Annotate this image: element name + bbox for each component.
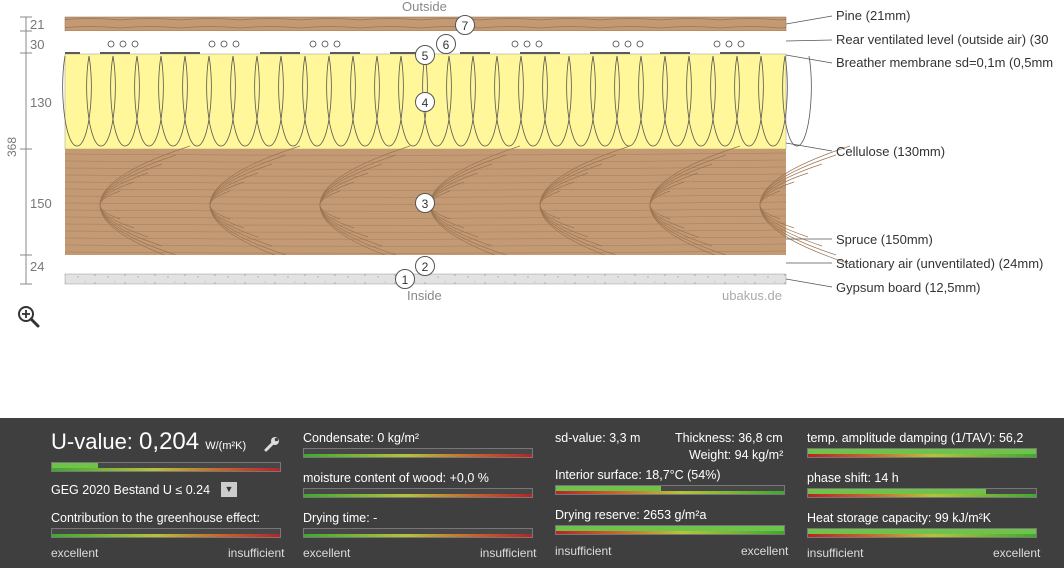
interior-surface-label: Interior surface: 18,7°C (54%) xyxy=(555,468,721,482)
dim-label-pine: 21 xyxy=(30,17,45,32)
u-value-number: 0,204 xyxy=(139,428,200,455)
greenhouse-label: Contribution to the greenhouse effect: xyxy=(51,511,260,525)
u-value-bar xyxy=(51,462,281,472)
outside-label: Outside xyxy=(402,0,447,14)
layer-pine xyxy=(64,16,787,32)
u-value-display: U-value: 0,204 W/(m²K) xyxy=(51,428,246,456)
layer-label-membrane[interactable]: Breather membrane sd=0,1m (0,5mm xyxy=(836,55,1053,70)
damping-bar-scale xyxy=(808,454,1036,457)
layer-label-gypsum[interactable]: Gypsum board (12,5mm) xyxy=(836,280,981,295)
heat-storage-bar-scale xyxy=(808,534,1036,537)
watermark: ubakus.de xyxy=(722,288,782,303)
inside-label: Inside xyxy=(407,288,442,303)
drying-reserve-bar-scale xyxy=(556,531,784,534)
standard-dropdown[interactable]: ▼ xyxy=(221,482,237,497)
interior-surface-bar xyxy=(555,485,785,495)
scale-right-3: excellent xyxy=(741,544,789,558)
scale-left-1: excellent xyxy=(51,546,99,560)
u-value-label: U-value: xyxy=(51,429,133,454)
greenhouse-bar-scale xyxy=(52,534,280,537)
standard-label: GEG 2020 Bestand U ≤ 0.24 xyxy=(51,483,211,497)
dimension-axis xyxy=(20,16,32,285)
condensate-bar xyxy=(303,448,533,458)
drying-time-bar-scale xyxy=(304,534,532,537)
heat-storage-label: Heat storage capacity: 99 kJ/m²K xyxy=(807,511,992,525)
layer-number-6[interactable]: 6 xyxy=(436,34,456,54)
scale-right-4: excellent xyxy=(993,546,1041,560)
condensate-bar-scale xyxy=(304,454,532,457)
damping-label: temp. amplitude damping (1/TAV): 56,2 xyxy=(807,431,1024,445)
moisture-bar xyxy=(303,488,533,498)
layer-label-spruce[interactable]: Spruce (150mm) xyxy=(836,232,933,247)
moisture-label: moisture content of wood: +0,0 % xyxy=(303,471,489,485)
dim-label-spruce: 150 xyxy=(30,196,52,211)
dim-label-ventilated: 30 xyxy=(30,37,45,52)
layer-number-2[interactable]: 2 xyxy=(415,256,435,276)
u-value-unit: W/(m²K) xyxy=(205,440,247,452)
layer-number-3[interactable]: 3 xyxy=(415,193,435,213)
layer-label-pine[interactable]: Pine (21mm) xyxy=(836,8,910,23)
u-value-bar-scale xyxy=(52,468,280,471)
greenhouse-bar xyxy=(51,528,281,538)
layer-label-ventilated[interactable]: Rear ventilated level (outside air) (30 xyxy=(836,32,1048,47)
drying-time-bar xyxy=(303,528,533,538)
total-thickness-label: 368 xyxy=(5,136,20,158)
phase-shift-bar-scale xyxy=(808,494,1036,497)
drying-reserve-bar xyxy=(555,525,785,535)
scale-left-4: insufficient xyxy=(807,546,864,560)
thickness-label: Thickness: 36,8 cm xyxy=(675,431,783,445)
heat-storage-bar xyxy=(807,528,1037,538)
weight-label: Weight: 94 kg/m² xyxy=(689,448,784,462)
phase-shift-bar xyxy=(807,488,1037,498)
condensate-label: Condensate: 0 kg/m² xyxy=(303,431,420,445)
layer-number-4[interactable]: 4 xyxy=(415,92,435,112)
scale-right-1: insufficient xyxy=(228,546,285,560)
sd-value-label: sd-value: 3,3 m xyxy=(555,431,641,445)
drying-reserve-label: Drying reserve: 2653 g/m²a xyxy=(555,508,707,522)
dim-label-cellulose: 130 xyxy=(30,95,52,110)
scale-right-2: insufficient xyxy=(480,546,537,560)
scale-left-3: insufficient xyxy=(555,544,612,558)
layer-number-5[interactable]: 5 xyxy=(415,45,435,65)
phase-shift-label: phase shift: 14 h xyxy=(807,471,899,485)
interior-surface-bar-scale xyxy=(556,491,784,494)
layer-label-stationary-air[interactable]: Stationary air (unventilated) (24mm) xyxy=(836,256,1043,271)
scale-left-2: excellent xyxy=(303,546,351,560)
wall-diagram: Outside Inside ubakus.de 368 21 30 130 1… xyxy=(0,0,1064,418)
layer-number-1[interactable]: 1 xyxy=(395,269,415,289)
damping-bar xyxy=(807,448,1037,458)
dim-label-air: 24 xyxy=(30,259,45,274)
zoom-in-icon[interactable] xyxy=(16,304,40,328)
moisture-bar-scale xyxy=(304,494,532,497)
wrench-icon[interactable] xyxy=(263,435,281,453)
drying-time-label: Drying time: - xyxy=(303,511,378,525)
layer-label-cellulose[interactable]: Cellulose (130mm) xyxy=(836,144,945,159)
layer-number-7[interactable]: 7 xyxy=(455,15,475,35)
